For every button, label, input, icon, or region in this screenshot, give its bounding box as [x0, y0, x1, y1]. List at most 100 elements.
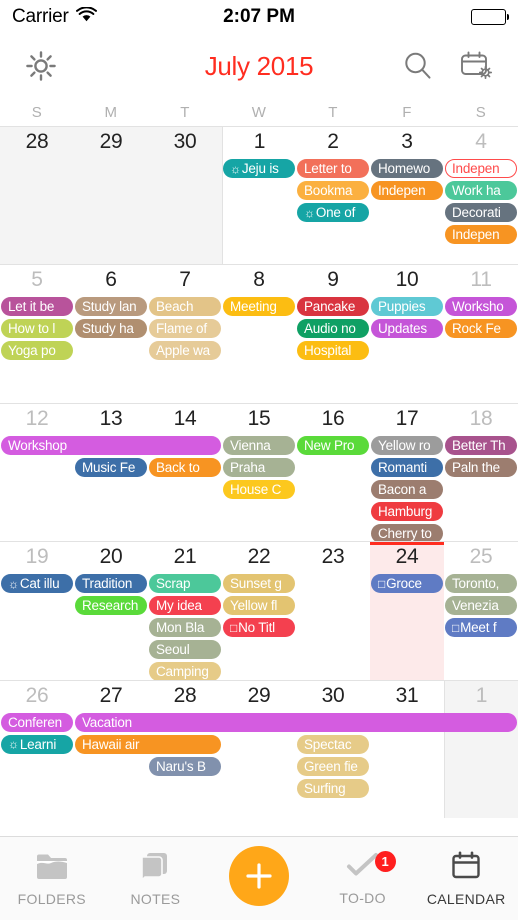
sun-icon: ☼: [304, 205, 315, 220]
event-pill[interactable]: Tradition: [75, 574, 147, 594]
day-cell[interactable]: 1: [222, 127, 296, 265]
event-pill[interactable]: Sunset g: [223, 574, 295, 594]
event-pill[interactable]: Green fie: [297, 756, 369, 776]
event-pill[interactable]: Homewo: [371, 159, 443, 178]
day-cell[interactable]: 19: [0, 542, 74, 679]
calendar-settings-icon[interactable]: [460, 51, 494, 81]
event-pill[interactable]: Meeting: [223, 297, 295, 317]
event-pill[interactable]: Vacation: [75, 712, 517, 732]
event-pill[interactable]: Hawaii air: [75, 734, 221, 754]
event-pill[interactable]: Yellow ro: [371, 435, 443, 455]
day-cell[interactable]: 24: [370, 542, 444, 680]
event-pill[interactable]: □ Groce: [371, 574, 443, 594]
event-pill[interactable]: Hospital: [297, 341, 369, 361]
event-pill[interactable]: Rock Fe: [445, 319, 517, 339]
event-pill[interactable]: Work ha: [445, 181, 517, 200]
tab-to-do[interactable]: TO-DO 1: [311, 837, 415, 920]
day-cell[interactable]: 31: [370, 681, 444, 818]
gear-icon[interactable]: [24, 49, 58, 83]
event-label: Yoga po: [8, 343, 56, 359]
event-pill[interactable]: Indepen: [371, 181, 443, 200]
event-pill[interactable]: Beach: [149, 297, 221, 317]
tab-add[interactable]: [207, 837, 311, 920]
event-pill[interactable]: Back to: [149, 457, 221, 477]
event-pill[interactable]: Flame of: [149, 319, 221, 339]
event-pill[interactable]: Vienna: [223, 435, 295, 455]
tab-notes[interactable]: NOTES: [104, 837, 208, 920]
day-cell[interactable]: 28: [0, 127, 74, 265]
event-pill[interactable]: Paln the: [445, 457, 517, 477]
event-pill[interactable]: House C: [223, 479, 295, 499]
event-pill[interactable]: How to l: [1, 319, 73, 339]
status-bar-right: [471, 9, 506, 25]
event-pill[interactable]: Research: [75, 596, 147, 616]
event-pill[interactable]: Apple wa: [149, 341, 221, 361]
event-pill[interactable]: Puppies: [371, 297, 443, 317]
event-pill[interactable]: Hamburg: [371, 501, 443, 521]
day-cell[interactable]: 29: [74, 127, 148, 265]
event-pill[interactable]: Workshop: [1, 435, 221, 455]
event-pill[interactable]: Study lan: [75, 297, 147, 317]
event-pill[interactable]: Let it be: [1, 297, 73, 317]
event-label: Learni: [19, 736, 57, 752]
event-pill[interactable]: □ Meet f: [445, 618, 517, 638]
day-number: 11: [470, 268, 492, 292]
event-pill[interactable]: Audio no: [297, 319, 369, 339]
event-pill[interactable]: Praha: [223, 457, 295, 477]
event-pill[interactable]: Cherry to: [371, 523, 443, 542]
event-pill[interactable]: Better Th: [445, 435, 517, 455]
add-button[interactable]: [228, 845, 289, 906]
event-pill[interactable]: Study ha: [75, 319, 147, 339]
event-pill[interactable]: Camping: [149, 662, 221, 680]
event-pill[interactable]: Romanti: [371, 457, 443, 477]
weekday-sun: S: [31, 103, 43, 121]
event-pill[interactable]: Naru's B: [149, 756, 221, 776]
day-cell[interactable]: 29: [222, 681, 296, 818]
tab-folders[interactable]: FOLDERS: [0, 837, 104, 920]
event-pill[interactable]: ☼ Learni: [1, 734, 73, 754]
event-pill[interactable]: Yoga po: [1, 341, 73, 361]
day-cell[interactable]: 1: [444, 680, 518, 819]
event-label: Hamburg: [378, 503, 433, 519]
weekday-tue: T: [180, 103, 190, 121]
tab-calendar[interactable]: CALENDAR: [414, 837, 518, 920]
event-pill[interactable]: Yellow fl: [223, 596, 295, 616]
event-pill[interactable]: ☼ Cat illu: [1, 574, 73, 594]
event-pill[interactable]: Bookma: [297, 181, 369, 200]
day-cell[interactable]: 30: [148, 127, 222, 265]
day-cell[interactable]: 8: [222, 265, 296, 402]
event-pill[interactable]: □ No Titl: [223, 618, 295, 638]
event-pill[interactable]: My idea: [149, 596, 221, 616]
event-label: Apple wa: [156, 343, 210, 359]
event-pill[interactable]: Updates: [371, 319, 443, 339]
event-pill[interactable]: New Pro: [297, 435, 369, 455]
event-pill[interactable]: Letter to: [297, 159, 369, 178]
event-pill[interactable]: ☼ Jeju is: [223, 159, 295, 178]
event-label: Indepen: [378, 183, 426, 198]
day-cell[interactable]: 12: [0, 404, 74, 541]
day-cell[interactable]: 16: [296, 404, 370, 541]
event-pill[interactable]: Toronto,: [445, 574, 517, 594]
event-pill[interactable]: Surfing: [297, 778, 369, 798]
event-pill[interactable]: Scrap: [149, 574, 221, 594]
day-cell[interactable]: 23: [296, 542, 370, 679]
event-pill[interactable]: Venezia: [445, 596, 517, 616]
event-pill[interactable]: Music Fe: [75, 457, 147, 477]
event-pill[interactable]: ☼ One of: [297, 203, 369, 222]
event-pill[interactable]: Indepen: [445, 159, 517, 178]
checkbox-icon: □: [230, 620, 238, 635]
event-pill[interactable]: Worksho: [445, 297, 517, 317]
event-pill[interactable]: Pancake: [297, 297, 369, 317]
event-pill[interactable]: Bacon a: [371, 479, 443, 499]
event-pill[interactable]: Conferen: [1, 712, 73, 732]
event-pill[interactable]: Spectac: [297, 734, 369, 754]
event-pill[interactable]: Indepen: [445, 225, 517, 244]
day-number: 27: [99, 683, 123, 707]
event-pill[interactable]: Seoul: [149, 640, 221, 660]
search-icon[interactable]: [402, 50, 434, 82]
event-label: Indepen: [452, 161, 500, 176]
event-pill[interactable]: Decorati: [445, 203, 517, 222]
event-label: Meeting: [230, 299, 277, 315]
event-label: Toronto,: [452, 576, 500, 592]
event-pill[interactable]: Mon Bla: [149, 618, 221, 638]
